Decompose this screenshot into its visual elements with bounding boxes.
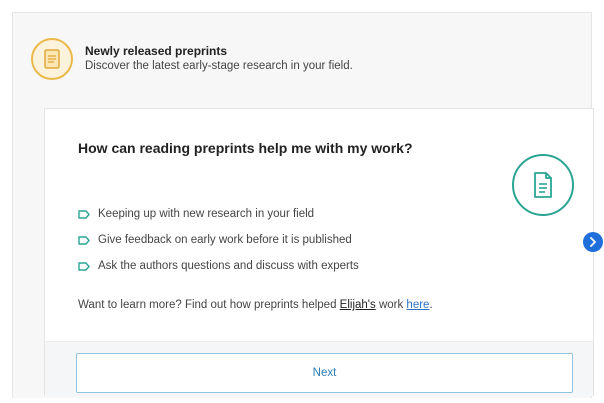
- info-card: How can reading preprints help me with m…: [44, 108, 594, 396]
- list-item-text: Ask the authors questions and discuss wi…: [98, 260, 359, 272]
- panel-subtitle: Discover the latest early-stage research…: [85, 60, 353, 72]
- learn-more-suffix: .: [429, 299, 433, 311]
- tag-icon: [78, 235, 90, 245]
- document-icon: [512, 154, 574, 216]
- benefit-list: Keeping up with new research in your fie…: [78, 201, 359, 279]
- learn-more-prefix: Want to learn more? Find out how preprin…: [78, 299, 340, 311]
- panel-title: Newly released preprints: [85, 44, 228, 58]
- card-question: How can reading preprints help me with m…: [78, 140, 413, 156]
- preprints-panel: Newly released preprints Discover the la…: [12, 12, 594, 398]
- person-name: Elijah's: [339, 299, 376, 311]
- here-link[interactable]: here: [406, 299, 429, 311]
- list-item: Give feedback on early work before it is…: [78, 227, 359, 253]
- document-icon: [31, 38, 73, 80]
- learn-more-middle: work: [375, 299, 407, 311]
- carousel-next-button[interactable]: [583, 232, 603, 252]
- header-text: Newly released preprints Discover the la…: [85, 44, 353, 74]
- panel-header: Newly released preprints Discover the la…: [31, 37, 353, 81]
- tag-icon: [78, 209, 90, 219]
- list-item: Ask the authors questions and discuss wi…: [78, 253, 359, 279]
- list-item-text: Keeping up with new research in your fie…: [98, 208, 315, 220]
- chevron-right-icon: [590, 237, 596, 247]
- list-item: Keeping up with new research in your fie…: [78, 201, 359, 227]
- next-button[interactable]: Next: [76, 353, 573, 393]
- tag-icon: [78, 261, 90, 271]
- list-item-text: Give feedback on early work before it is…: [98, 234, 352, 246]
- learn-more-text: Want to learn more? Find out how preprin…: [78, 299, 433, 311]
